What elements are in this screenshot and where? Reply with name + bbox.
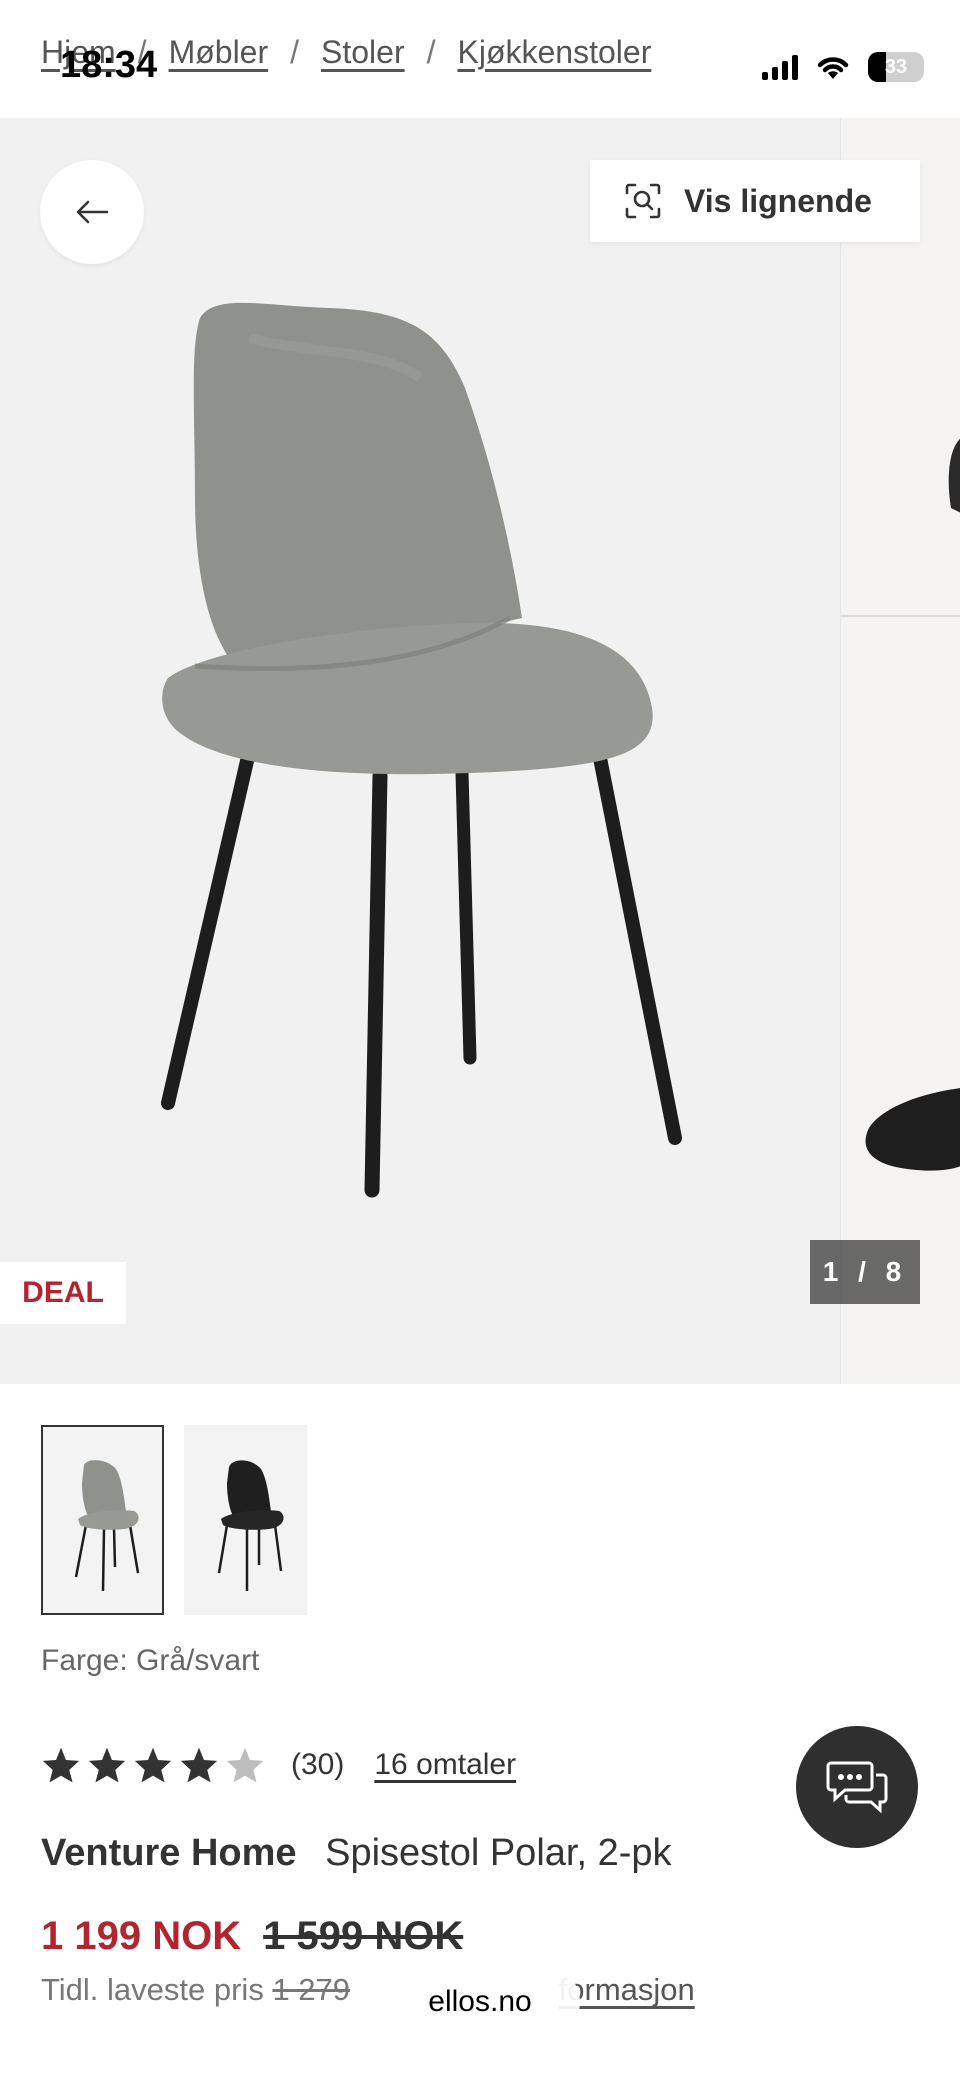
star-filled-icon <box>134 1747 172 1783</box>
previous-price: 1 599 NOK <box>263 1914 464 1958</box>
star-rating <box>41 1746 265 1784</box>
chair-thumbnail-black <box>217 1460 284 1591</box>
wifi-icon <box>817 57 849 79</box>
cellular-signal-icon <box>762 54 798 80</box>
status-icons: 33 <box>762 52 924 82</box>
product-name: Spisestol Polar, 2-pk <box>325 1832 672 1874</box>
color-label: Farge: Grå/svart <box>41 1644 260 1677</box>
chair-thumbnail-grey <box>74 1460 139 1592</box>
lowest-price-line: Tidl. laveste pris 1 279 formasjon <box>41 1972 695 2008</box>
vis-lignende-label: Vis lignende <box>684 182 872 219</box>
back-button[interactable] <box>40 160 144 264</box>
battery-level: 33 <box>884 55 908 78</box>
browser-url-pill[interactable]: ellos.no <box>380 1966 580 2038</box>
vis-lignende-button[interactable]: Vis lignende <box>590 160 920 242</box>
status-time: 18:34 <box>60 44 158 86</box>
breadcrumb-separator: / <box>426 34 436 70</box>
breadcrumb-stoler[interactable]: Stoler <box>321 34 405 71</box>
top-bar: Hjem / Møbler / Stoler / Kjøkkenstoler 1… <box>0 0 960 118</box>
lowest-price-value: 1 279 <box>272 1972 351 2007</box>
next-image-preview <box>841 439 960 1171</box>
next-product-image[interactable] <box>840 118 960 1384</box>
lowest-price-label: Tidl. laveste pris <box>41 1972 264 2007</box>
thumbnail-grey[interactable] <box>41 1425 164 1615</box>
star-empty-icon <box>226 1747 264 1783</box>
thumbnail-strip <box>41 1425 307 1615</box>
breadcrumb-separator: / <box>290 34 300 70</box>
product-title: Venture Home Spisestol Polar, 2-pk <box>41 1832 672 1875</box>
current-price: 1 199 NOK <box>41 1914 242 1958</box>
visual-search-icon <box>625 183 661 219</box>
price-row: 1 199 NOK 1 599 NOK <box>41 1914 463 1959</box>
chat-bubbles-icon <box>826 1761 888 1814</box>
image-counter: 1 / 8 <box>810 1240 920 1304</box>
rating-row: (30) 16 omtaler <box>41 1746 516 1784</box>
star-filled-icon <box>42 1747 80 1783</box>
product-image[interactable] <box>0 118 840 1384</box>
deal-badge: DEAL <box>0 1262 126 1324</box>
breadcrumb-mobler[interactable]: Møbler <box>169 34 269 71</box>
product-gallery[interactable]: Vis lignende DEAL 1 / 8 <box>0 118 960 1384</box>
star-filled-icon <box>180 1747 218 1783</box>
product-brand[interactable]: Venture Home <box>41 1832 297 1874</box>
battery-icon: 33 <box>868 52 924 82</box>
thumbnail-black[interactable] <box>184 1425 307 1615</box>
breadcrumb-kjokkenstoler[interactable]: Kjøkkenstoler <box>458 34 652 71</box>
star-filled-icon <box>88 1747 126 1783</box>
arrow-left-icon <box>76 200 109 224</box>
reviews-link[interactable]: 16 omtaler <box>374 1748 516 1782</box>
chair-illustration <box>161 302 682 1198</box>
rating-count: (30) <box>291 1748 345 1781</box>
chat-button[interactable] <box>796 1726 918 1848</box>
